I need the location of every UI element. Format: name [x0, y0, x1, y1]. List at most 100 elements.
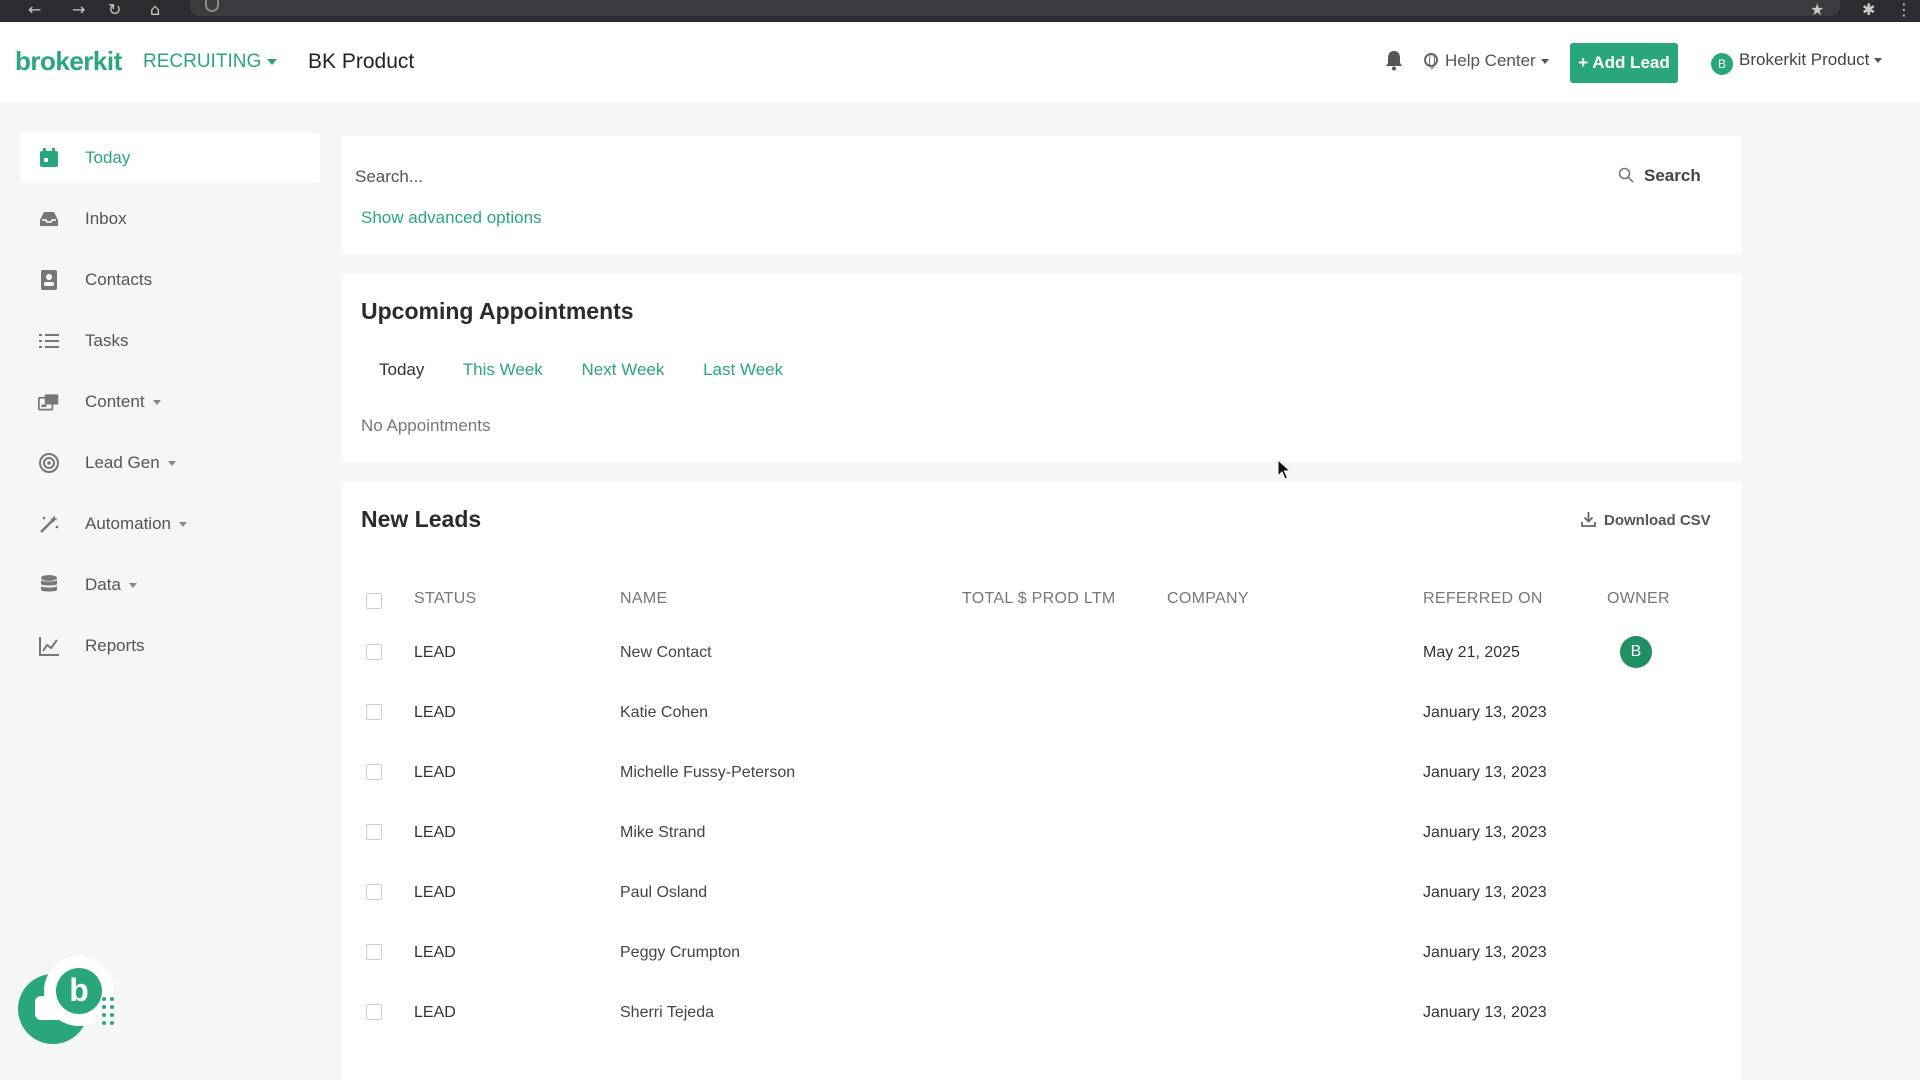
status-cell: LEAD: [414, 944, 456, 961]
home-icon[interactable]: ⌂: [150, 1, 160, 19]
database-icon: [41, 575, 57, 592]
chevron-down-icon: [179, 522, 187, 528]
row-checkbox[interactable]: [366, 644, 382, 660]
referred-on-cell: January 13, 2023: [1423, 704, 1547, 721]
column-header-company[interactable]: COMPANY: [1167, 590, 1249, 608]
appointments-panel: Upcoming Appointments Today This Week Ne…: [341, 274, 1741, 462]
chevron-down-icon: [1540, 59, 1549, 65]
extensions-icon[interactable]: ✱: [1862, 1, 1875, 19]
referred-on-cell: May 21, 2025: [1423, 644, 1520, 661]
table-row[interactable]: LEAD Peggy Crumpton January 13, 2023: [341, 942, 1741, 982]
back-icon[interactable]: ←: [28, 1, 41, 19]
select-all-checkbox[interactable]: [366, 593, 382, 609]
chevron-down-icon: [128, 583, 137, 589]
status-cell: LEAD: [414, 704, 456, 721]
module-switcher[interactable]: RECRUITING: [143, 51, 278, 73]
app-grid-icon[interactable]: [101, 996, 115, 1026]
sidebar-item-label: Lead Gen: [85, 453, 176, 473]
table-row[interactable]: LEAD New Contact May 21, 2025 B: [341, 636, 1741, 682]
tab-this-week[interactable]: This Week: [463, 360, 543, 379]
column-header-referred-on[interactable]: REFERRED ON: [1423, 590, 1543, 608]
download-icon: [1581, 512, 1596, 527]
sidebar-item-automation[interactable]: Automation: [20, 499, 320, 549]
referred-on-cell: January 13, 2023: [1423, 944, 1547, 961]
download-csv-button[interactable]: Download CSV: [1581, 511, 1711, 529]
browser-toolbar: ← → ↻ ⌂ ★ ✱ ⋮: [0, 0, 1920, 22]
sidebar-item-lead-gen[interactable]: Lead Gen: [20, 438, 320, 488]
reload-icon[interactable]: ↻: [108, 1, 121, 19]
column-header-status[interactable]: STATUS: [414, 590, 477, 608]
row-checkbox[interactable]: [366, 824, 382, 840]
appointment-tabs: Today This Week Next Week Last Week: [379, 360, 817, 380]
chevron-down-icon: [1874, 58, 1883, 64]
sidebar-item-contacts[interactable]: Contacts: [20, 255, 320, 305]
row-checkbox[interactable]: [366, 884, 382, 900]
name-link[interactable]: Sherri Tejeda: [620, 1004, 714, 1022]
add-lead-button[interactable]: + Add Lead: [1570, 43, 1678, 83]
search-input[interactable]: [355, 158, 1585, 196]
name-link[interactable]: Michelle Fussy-Peterson: [620, 764, 795, 782]
user-name: Brokerkit Product: [1739, 50, 1870, 69]
user-menu[interactable]: B Brokerkit Product: [1711, 50, 1883, 75]
table-row[interactable]: LEAD Michelle Fussy-Peterson January 13, 2…: [341, 762, 1741, 802]
owner-avatar[interactable]: B: [1620, 636, 1652, 668]
tab-today[interactable]: Today: [379, 360, 424, 379]
globe-icon: [1424, 53, 1438, 69]
column-header-name[interactable]: NAME: [620, 590, 667, 608]
tasks-icon: [39, 334, 59, 348]
sidebar-item-content[interactable]: Content: [20, 377, 320, 427]
forward-icon[interactable]: →: [72, 1, 85, 19]
search-button[interactable]: Search: [1618, 166, 1701, 186]
row-checkbox[interactable]: [366, 944, 382, 960]
browser-menu-icon[interactable]: ⋮: [1896, 1, 1912, 19]
brand-logo[interactable]: brokerkit: [15, 46, 122, 77]
advanced-options-link[interactable]: Show advanced options: [361, 208, 542, 228]
status-cell: LEAD: [414, 824, 456, 841]
row-checkbox[interactable]: [366, 704, 382, 720]
status-cell: LEAD: [414, 884, 456, 901]
sidebar-item-reports[interactable]: Reports: [20, 621, 320, 671]
sidebar-item-label: Data: [85, 575, 137, 595]
name-link[interactable]: Katie Cohen: [620, 704, 708, 722]
row-checkbox[interactable]: [366, 764, 382, 780]
content-icon: [38, 394, 59, 411]
sidebar-item-tasks[interactable]: Tasks: [20, 316, 320, 366]
table-row[interactable]: LEAD Paul Osland January 13, 2023: [341, 882, 1741, 922]
assistant-logo: b: [56, 968, 102, 1014]
automation-icon: [40, 515, 59, 533]
name-link[interactable]: Paul Osland: [620, 884, 707, 902]
download-csv-label: Download CSV: [1604, 512, 1711, 529]
sidebar-item-label: Reports: [85, 636, 145, 655]
row-checkbox[interactable]: [366, 1004, 382, 1020]
avatar: B: [1711, 53, 1733, 75]
sidebar-item-data[interactable]: Data: [20, 560, 320, 610]
bookmark-icon[interactable]: ★: [1810, 1, 1824, 19]
column-header-owner[interactable]: OWNER: [1607, 590, 1670, 608]
chevron-down-icon: [267, 58, 278, 65]
status-cell: LEAD: [414, 764, 456, 781]
app-header: brokerkit RECRUITING BK Product Help Cen…: [0, 22, 1920, 102]
table-row[interactable]: LEAD Mike Strand January 13, 2023: [341, 822, 1741, 862]
table-row[interactable]: LEAD Sherri Tejeda January 13, 2023: [341, 1002, 1741, 1042]
help-center-label: Help Center: [1445, 51, 1536, 70]
referred-on-cell: January 13, 2023: [1423, 1004, 1547, 1021]
inbox-icon: [40, 212, 58, 226]
referred-on-cell: January 13, 2023: [1423, 884, 1547, 901]
tab-last-week[interactable]: Last Week: [703, 360, 783, 379]
table-row[interactable]: LEAD Katie Cohen January 13, 2023: [341, 702, 1741, 742]
name-link[interactable]: Mike Strand: [620, 824, 705, 842]
column-header-total-prod[interactable]: TOTAL $ PROD LTM: [962, 590, 1116, 608]
sidebar-item-inbox[interactable]: Inbox: [20, 194, 320, 244]
notifications-bell-icon[interactable]: [1384, 49, 1404, 71]
tab-next-week[interactable]: Next Week: [582, 360, 665, 379]
sidebar-item-label: Tasks: [85, 331, 129, 350]
name-link[interactable]: New Contact: [620, 644, 712, 662]
help-center-menu[interactable]: Help Center: [1424, 51, 1549, 71]
page-title: BK Product: [308, 50, 415, 73]
address-bar[interactable]: [190, 0, 1840, 16]
mouse-cursor-icon: [1277, 459, 1291, 480]
calendar-icon: [40, 148, 58, 167]
name-link[interactable]: Peggy Crumpton: [620, 944, 740, 962]
sidebar-item-today[interactable]: Today: [20, 133, 320, 183]
new-leads-title: New Leads: [361, 506, 482, 532]
